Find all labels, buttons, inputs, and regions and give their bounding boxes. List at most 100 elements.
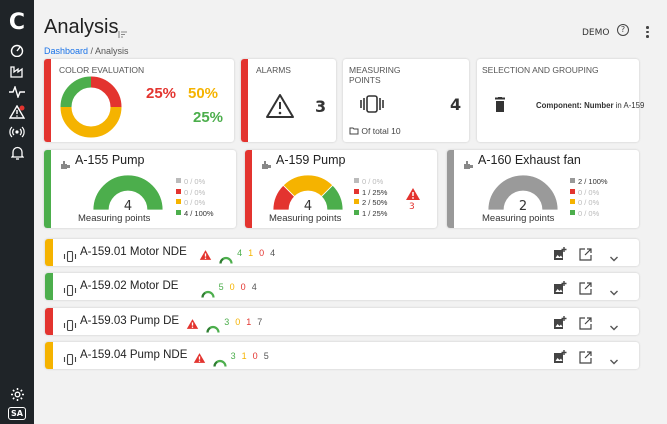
gauge-icon[interactable] [0, 42, 34, 58]
component-selection: Component: Number in A-159 [536, 101, 644, 110]
yellow-count: 0 [235, 317, 241, 327]
measuring-point-row[interactable]: A-159.01 Motor NDE 4104 [45, 239, 639, 266]
yellow-count: 1 [248, 248, 254, 258]
page-title: Analysis [44, 16, 119, 38]
alarms-card[interactable]: ALARMS 3 [241, 59, 336, 142]
machine-legend: 2 / 100% 0 / 0% 0 / 0% 0 / 0% [570, 177, 608, 219]
sensor-icon [357, 95, 387, 117]
machine-card[interactable]: A-160 Exhaust fan 2 Measuring points 2 /… [447, 150, 639, 228]
more-menu-icon[interactable] [646, 26, 650, 40]
legend-red: 0 / 0% [176, 188, 214, 199]
green-count: 3 [230, 351, 236, 361]
machine-name: A-155 Pump [75, 153, 145, 167]
gray-count: 4 [251, 282, 257, 292]
folder-icon [349, 126, 359, 136]
red-count: 0 [240, 282, 246, 292]
status-bar [45, 342, 53, 369]
breadcrumb-current: Analysis [95, 46, 129, 56]
donut-segment [60, 76, 92, 108]
add-note-icon[interactable] [553, 315, 567, 334]
red-count: 0 [252, 351, 258, 361]
add-note-icon[interactable] [553, 349, 567, 368]
machine-count: 2 [518, 199, 528, 214]
status-bar [241, 59, 248, 142]
gray-count: 5 [263, 351, 269, 361]
donut-segment [60, 106, 122, 138]
red-count: 1 [246, 317, 252, 327]
chevron-down-icon[interactable] [609, 282, 619, 301]
chevron-down-icon[interactable] [609, 317, 619, 336]
mini-gauge-icon [206, 318, 220, 337]
status-bar [44, 59, 51, 142]
alarm-triangle-icon [193, 349, 206, 368]
status-bar [44, 150, 51, 228]
user-badge[interactable]: SA [0, 405, 34, 421]
breadcrumb-dashboard-link[interactable]: Dashboard [44, 46, 88, 56]
chevron-down-icon[interactable] [609, 248, 619, 267]
donut-segment [90, 76, 122, 108]
sensor-icon [63, 350, 77, 369]
machine-card[interactable]: A-155 Pump 4 Measuring points 0 / 0% 0 /… [44, 150, 236, 228]
factory-icon[interactable] [0, 63, 34, 79]
legend-red: 0 / 0% [570, 188, 608, 199]
green-count: 3 [224, 317, 230, 327]
status-bar [245, 150, 252, 228]
open-external-icon[interactable] [579, 246, 592, 265]
open-external-icon[interactable] [579, 315, 592, 334]
machine-card[interactable]: A-159 Pump 4 Measuring points 0 / 0% 1 /… [245, 150, 437, 228]
row-actions [553, 280, 633, 296]
gear-icon[interactable] [0, 386, 34, 402]
sensor-icon [63, 281, 77, 300]
row-name: A-159.03 Pump DE [80, 315, 180, 327]
legend-yellow: 0 / 0% [570, 198, 608, 209]
legend-gray: 0 / 0% [176, 177, 214, 188]
sensor-icon [63, 316, 77, 335]
status-bar [447, 150, 454, 228]
row-counts: 5004 [219, 282, 263, 292]
color-evaluation-card[interactable]: COLOR EVALUATION 25% 50% 25% [44, 59, 234, 142]
measuring-points-total: Of total 10 [349, 126, 401, 136]
app-logo[interactable]: C [0, 10, 34, 35]
machine-name: A-160 Exhaust fan [478, 153, 581, 167]
warning-icon[interactable] [0, 104, 34, 120]
status-bar [45, 273, 53, 300]
machine-count: 4 [123, 199, 133, 214]
legend-gray: 2 / 100% [570, 177, 608, 188]
measuring-points-caption: Measuring points [269, 213, 342, 224]
row-counts: 3017 [224, 317, 268, 327]
pulse-icon[interactable] [0, 84, 34, 100]
measuring-points-caption: Measuring points [78, 213, 151, 224]
yellow-count: 0 [229, 282, 235, 292]
broadcast-icon[interactable] [0, 124, 34, 140]
trash-icon[interactable] [494, 97, 506, 116]
open-external-icon[interactable] [579, 280, 592, 299]
open-external-icon[interactable] [579, 349, 592, 368]
add-note-icon[interactable] [553, 246, 567, 265]
row-counts: 4104 [237, 248, 281, 258]
add-note-icon[interactable] [553, 280, 567, 299]
card-label: SELECTION AND GROUPING [482, 65, 599, 75]
green-count: 4 [237, 248, 243, 258]
selection-grouping-card[interactable]: SELECTION AND GROUPING Component: Number… [477, 59, 644, 142]
pump-icon [60, 155, 71, 174]
card-label: COLOR EVALUATION [59, 65, 145, 75]
row-name: A-159.02 Motor DE [80, 280, 179, 292]
filter-list-icon[interactable] [118, 24, 128, 43]
demo-label[interactable]: DEMO [582, 28, 609, 38]
pump-icon [261, 155, 272, 174]
chevron-down-icon[interactable] [609, 351, 619, 370]
red-count: 0 [259, 248, 265, 258]
machine-legend: 0 / 0% 0 / 0% 0 / 0% 4 / 100% [176, 177, 214, 219]
user-initials: SA [8, 406, 26, 420]
help-icon[interactable]: ? [617, 24, 629, 36]
sidebar: C SA [0, 0, 34, 424]
row-actions [553, 349, 633, 365]
bell-icon[interactable] [0, 145, 34, 161]
measuring-point-row[interactable]: A-159.02 Motor DE 5004 [45, 273, 639, 300]
measuring-point-row[interactable]: A-159.03 Pump DE 3017 [45, 308, 639, 335]
breadcrumb-separator: / [88, 46, 96, 56]
status-bar [45, 239, 53, 266]
measuring-points-card[interactable]: MEASURING POINTS 4 Of total 10 [343, 59, 469, 142]
row-name: A-159.01 Motor NDE [80, 246, 187, 258]
measuring-point-row[interactable]: A-159.04 Pump NDE 3105 [45, 342, 639, 369]
